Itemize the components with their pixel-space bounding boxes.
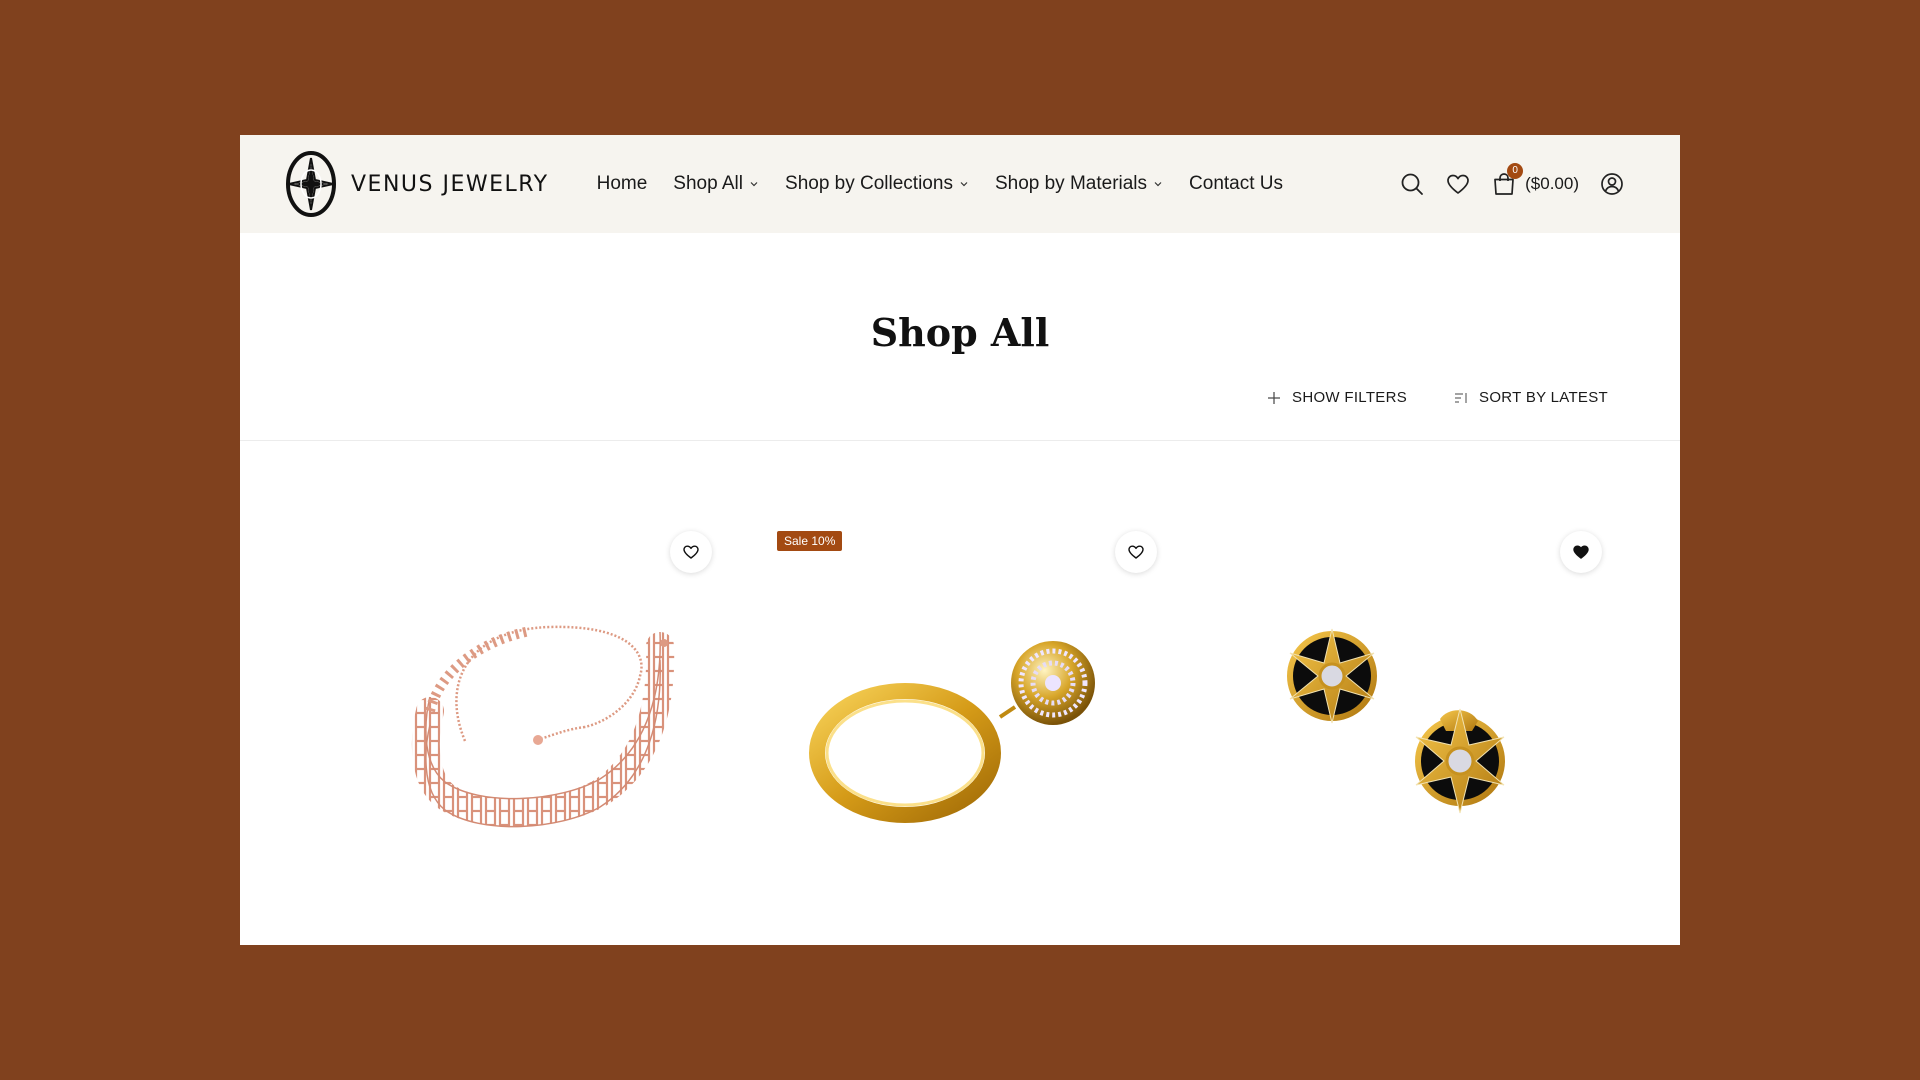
nav-contact-us-label: Contact Us [1189, 173, 1284, 194]
sale-badge: Sale 10% [777, 531, 843, 551]
nav-shop-all[interactable]: Shop All [673, 173, 759, 195]
compass-star-logo-icon [286, 151, 336, 217]
page-title: Shop All [870, 310, 1050, 355]
product-card[interactable] [1220, 531, 1660, 891]
gold-black-star-stud-earrings-image[interactable] [1220, 531, 1660, 891]
nav-shop-by-materials-label: Shop by Materials [994, 173, 1148, 194]
sort-button[interactable]: SORT BY LATEST [1453, 389, 1608, 406]
sort-label: SORT BY LATEST [1479, 389, 1608, 406]
site-header: VENUS JEWELRY Home Shop All Shop by Coll… [240, 135, 1680, 233]
plus-icon [1268, 391, 1281, 404]
main-nav: Home Shop All Shop by Collections Shop b… [597, 173, 1283, 195]
heart-icon[interactable] [1445, 171, 1471, 197]
browser-viewport: VENUS JEWELRY Home Shop All Shop by Coll… [240, 135, 1680, 945]
heart-outline-icon [1128, 545, 1144, 559]
nav-home[interactable]: Home [597, 173, 648, 195]
header-actions: 0 ($0.00) [1399, 135, 1625, 233]
chevron-down-icon [750, 182, 758, 187]
nav-shop-by-collections-label: Shop by Collections [785, 173, 953, 194]
chevron-down-icon [1154, 182, 1162, 187]
chevron-down-icon [960, 182, 968, 187]
brand-logo[interactable]: VENUS JEWELRY [285, 150, 549, 218]
show-filters-button[interactable]: SHOW FILTERS [1266, 389, 1407, 406]
product-card[interactable]: Sale 10% [775, 531, 1215, 891]
show-filters-label: SHOW FILTERS [1292, 389, 1408, 406]
heart-outline-icon [683, 545, 699, 559]
nav-shop-by-collections[interactable]: Shop by Collections [785, 173, 969, 195]
gold-ring-with-pave-ball-charm-image[interactable] [775, 531, 1215, 891]
heart-filled-icon [1573, 545, 1589, 559]
nav-contact-us[interactable]: Contact Us [1189, 173, 1283, 195]
nav-shop-by-materials[interactable]: Shop by Materials [995, 173, 1163, 195]
nav-home-label: Home [596, 173, 648, 194]
wishlist-button[interactable] [670, 531, 712, 573]
wishlist-button[interactable] [1115, 531, 1157, 573]
sort-icon [1455, 392, 1467, 403]
product-card[interactable] [330, 531, 770, 891]
wishlist-button-active[interactable] [1560, 531, 1602, 573]
product-toolbar: SHOW FILTERS SORT BY LATEST [1266, 389, 1608, 406]
brand-name: VENUS JEWELRY [351, 171, 549, 197]
nav-shop-all-label: Shop All [673, 173, 744, 194]
cart-count-badge: 0 [1507, 163, 1524, 179]
rose-gold-ladder-necklace-image[interactable] [330, 531, 770, 891]
divider [240, 440, 1680, 441]
search-icon[interactable] [1399, 171, 1425, 197]
product-grid: Sale 10% [330, 531, 1645, 931]
cart-total: ($0.00) [1525, 174, 1579, 193]
cart-button[interactable]: 0 ($0.00) [1491, 163, 1579, 197]
user-icon[interactable] [1599, 171, 1625, 197]
